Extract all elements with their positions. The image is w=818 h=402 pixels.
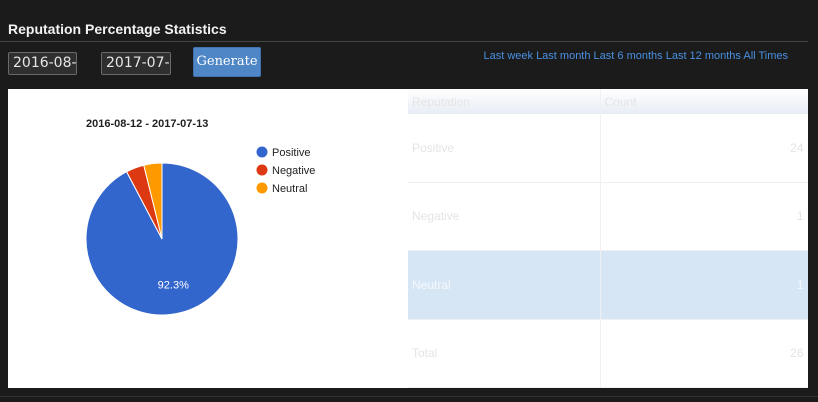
range-last-12-months-link[interactable]: Last 12 months — [666, 50, 741, 62]
generate-button[interactable]: Generate — [193, 47, 261, 77]
table-row-selected[interactable]: Neutral 1 — [408, 250, 808, 320]
bottom-divider — [0, 396, 818, 397]
legend-marker-neutral — [256, 182, 268, 194]
pie-chart: 2016-08-12 - 2017-07-13 92.3% Positive Ne… — [85, 118, 315, 316]
row-value: 24 — [600, 114, 808, 183]
table-header-count[interactable]: Count — [600, 89, 808, 114]
panel-title: Reputation Percentage Statistics — [8, 21, 227, 37]
table-row[interactable]: Positive 24 — [408, 114, 808, 183]
pie-slice-labels: 92.3% — [158, 280, 189, 292]
pie-chart-area: 2016-08-12 - 2017-07-13 92.3% Positive Ne… — [8, 89, 408, 388]
report-content: 2016-08-12 - 2017-07-13 92.3% Positive Ne… — [8, 89, 808, 388]
row-value: 26 — [600, 319, 808, 388]
date-to-input[interactable]: 2017-07-1 — [101, 52, 171, 75]
range-all-times-link[interactable]: All Times — [743, 50, 788, 62]
table-header-row: Reputation Count — [408, 89, 808, 114]
legend-marker-negative — [256, 164, 268, 176]
row-label: Neutral — [408, 250, 601, 320]
range-last-month-link[interactable]: Last month — [536, 50, 590, 62]
legend-label-negative[interactable]: Negative — [272, 165, 315, 177]
row-value: 1 — [600, 182, 808, 251]
row-label: Negative — [408, 182, 601, 251]
row-value: 1 — [600, 250, 808, 320]
reputation-table: Reputation Count Positive 24 Negative 1 … — [408, 89, 808, 388]
row-label: Positive — [408, 114, 601, 183]
title-divider — [0, 41, 808, 42]
chart-title: 2016-08-12 - 2017-07-13 — [86, 118, 208, 130]
legend-label-positive[interactable]: Positive — [272, 147, 311, 159]
table-header-reputation[interactable]: Reputation — [408, 89, 601, 114]
reputation-panel: Reputation Percentage Statistics 2016-08… — [0, 0, 818, 402]
range-last-week-link[interactable]: Last week — [483, 50, 533, 62]
pie-slice-label: 92.3% — [158, 280, 189, 292]
legend-label-neutral[interactable]: Neutral — [272, 183, 307, 195]
range-last-6-months-link[interactable]: Last 6 months — [594, 50, 663, 62]
table-row[interactable]: Negative 1 — [408, 182, 808, 251]
table-row[interactable]: Total 26 — [408, 319, 808, 388]
pie-slices — [85, 162, 239, 316]
date-from-input[interactable]: 2016-08-1 — [8, 52, 77, 75]
legend-marker-positive — [256, 146, 268, 158]
row-label: Total — [408, 319, 601, 388]
chart-legend: Positive Negative Neutral — [256, 146, 315, 195]
date-range-links: Last week Last month Last 6 months Last … — [483, 50, 788, 62]
